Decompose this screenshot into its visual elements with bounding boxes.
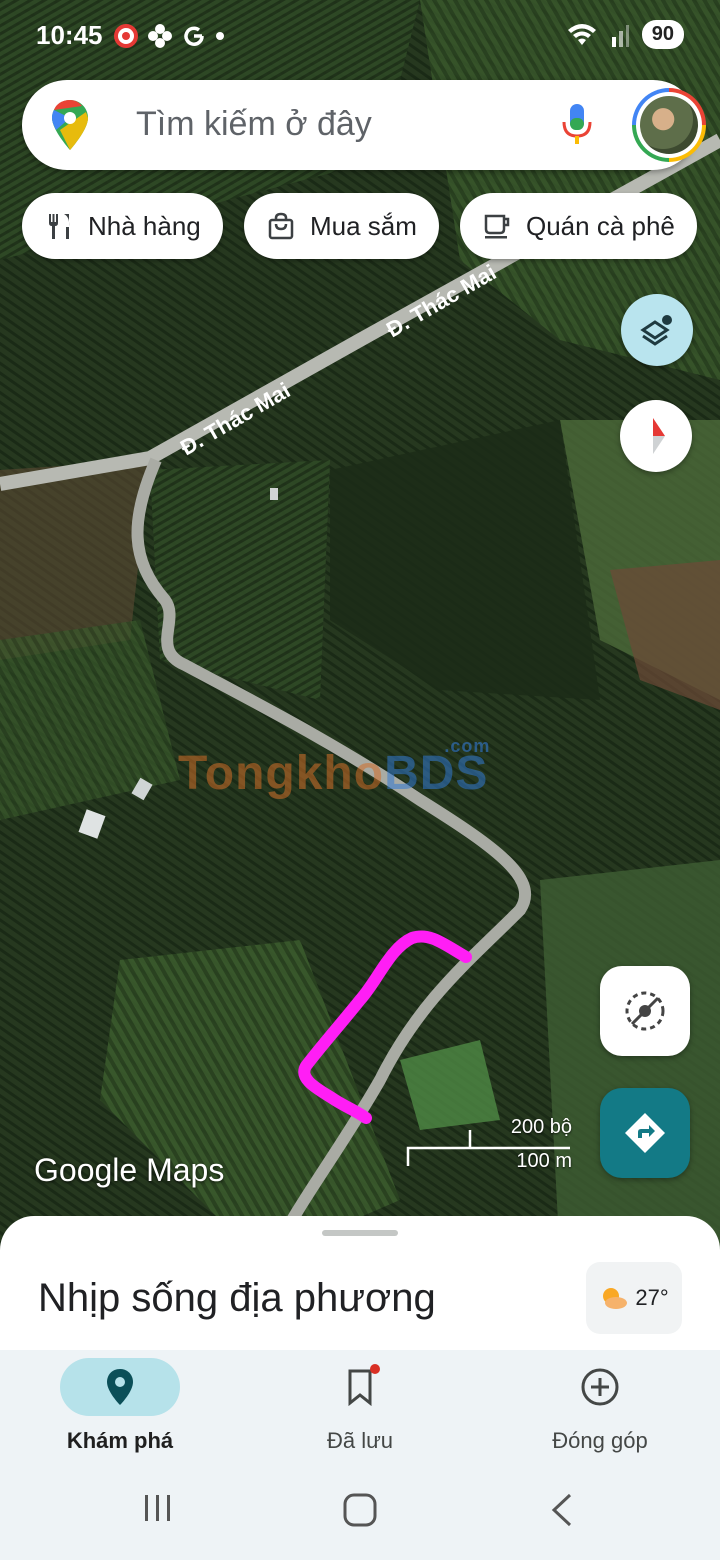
compass-icon: [653, 418, 665, 454]
nav-explore-label: Khám phá: [66, 1428, 174, 1453]
weather-chip[interactable]: 27°: [586, 1262, 682, 1334]
notification-icons: [112, 22, 226, 50]
map-scale: 200 bộ 100 m: [404, 1116, 574, 1176]
recent-apps-button[interactable]: [142, 1492, 174, 1529]
back-button[interactable]: [548, 1492, 576, 1533]
layers-icon: [640, 315, 672, 346]
watermark-suffix: .com: [444, 736, 491, 756]
more-notifications-dot-icon: [216, 32, 224, 40]
scale-metric: 100 m: [516, 1150, 572, 1172]
bookmark-icon: [348, 1369, 372, 1406]
microphone-icon[interactable]: [560, 102, 594, 148]
location-off-icon: [625, 991, 665, 1031]
bottom-navigation: Khám phá Đã lưu Đóng góp: [0, 1350, 720, 1460]
restaurant-icon: [49, 214, 70, 239]
nav-contribute-label: Đóng góp: [552, 1428, 648, 1453]
home-icon: [343, 1493, 377, 1527]
map-imagery: Đ. Thác Mai Đ. Thác Mai: [0, 0, 720, 1260]
nav-contribute[interactable]: Đóng góp: [480, 1358, 720, 1454]
my-location-button[interactable]: [600, 966, 690, 1056]
layers-button[interactable]: [621, 294, 693, 366]
chip-coffee[interactable]: Quán cà phê: [460, 193, 697, 259]
nav-saved-label: Đã lưu: [326, 1428, 394, 1453]
search-bar[interactable]: Tìm kiếm ở đây: [22, 80, 706, 170]
nav-explore[interactable]: Khám phá: [0, 1358, 240, 1454]
sheet-title: Nhịp sống địa phương: [38, 1276, 436, 1320]
watermark-main: Tongkho: [178, 747, 385, 800]
logo-google: Google: [34, 1152, 138, 1188]
google-maps-pin-icon: [52, 100, 88, 150]
coffee-icon: [484, 214, 510, 239]
explore-pin-icon: [107, 1369, 133, 1405]
system-navigation-bar: [0, 1460, 720, 1560]
status-bar: 10:45 90: [0, 0, 720, 72]
add-circle-icon: [581, 1368, 619, 1406]
saved-notification-dot: [370, 1364, 380, 1374]
home-button[interactable]: [342, 1492, 378, 1533]
recent-apps-icon: [145, 1495, 170, 1521]
google-notification-icon: [184, 26, 204, 46]
chip-restaurants[interactable]: Nhà hàng: [22, 193, 223, 259]
wifi-icon: [567, 23, 596, 45]
chip-shopping[interactable]: Mua sắm: [244, 193, 439, 259]
partly-sunny-icon: [603, 1288, 628, 1309]
pinwheel-notification-icon: [148, 24, 172, 48]
shopping-bag-icon: [268, 212, 294, 240]
directions-button[interactable]: [600, 1088, 690, 1178]
chip-restaurants-label: Nhà hàng: [88, 210, 201, 241]
satellite-map[interactable]: Đ. Thác Mai Đ. Thác Mai 10:45 90 Tìm kiế…: [0, 0, 720, 1260]
google-maps-logo: Google Maps: [34, 1152, 224, 1189]
signal-icon: [611, 24, 629, 47]
battery-level: 90: [641, 20, 684, 49]
weather-temperature: 27°: [635, 1285, 669, 1310]
compass-button[interactable]: [620, 400, 692, 472]
target-notification-icon: [114, 24, 138, 48]
back-icon: [551, 1493, 572, 1527]
account-avatar[interactable]: [632, 88, 706, 162]
chip-shopping-label: Mua sắm: [310, 210, 417, 241]
nav-saved[interactable]: Đã lưu: [240, 1358, 480, 1454]
sheet-drag-handle[interactable]: [322, 1230, 398, 1236]
local-vibe-sheet[interactable]: Nhịp sống địa phương 27°: [0, 1216, 720, 1356]
directions-icon: [625, 1113, 665, 1153]
search-placeholder[interactable]: Tìm kiếm ở đây: [136, 105, 372, 144]
watermark: TongkhoBDS .com: [178, 736, 489, 801]
chip-coffee-label: Quán cà phê: [526, 210, 675, 241]
logo-maps: Maps: [146, 1152, 225, 1188]
status-time: 10:45: [36, 20, 103, 50]
